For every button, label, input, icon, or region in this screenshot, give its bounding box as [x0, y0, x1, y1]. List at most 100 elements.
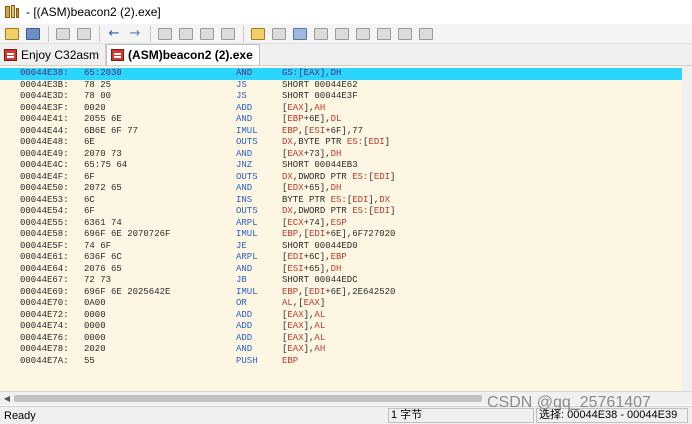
disasm-row[interactable]: 00044E7A: 55 PUSH EBP [0, 356, 692, 368]
list-icon[interactable] [269, 25, 289, 43]
row-mnemonic: JE [236, 240, 247, 251]
row-address: 00044E54: [20, 206, 69, 216]
row-bytes: 6B6E 6F 77 [84, 125, 139, 136]
tool-a-icon[interactable] [155, 25, 175, 43]
vertical-scrollbar[interactable] [682, 66, 692, 391]
disasm-row[interactable]: 00044E61: 636F 6C ARPL [EDI+6C],EBP [0, 252, 692, 264]
disasm-row[interactable]: 00044E55: 6361 74 ARPL [ECX+74],ESP [0, 218, 692, 230]
row-operands: [EAX],AL [282, 321, 326, 331]
row-operands: [EAX],AL [282, 309, 326, 320]
window-icon[interactable] [395, 25, 415, 43]
row-mnemonic: AND [236, 183, 253, 193]
layout-icon[interactable] [416, 25, 436, 43]
grid-b-icon[interactable] [332, 25, 352, 43]
row-mnemonic: OR [236, 298, 247, 308]
grid-c-icon[interactable] [353, 25, 373, 43]
tool-d-icon[interactable] [218, 25, 238, 43]
row-operands: [EAX+73],DH [282, 148, 342, 159]
back-arrow-icon[interactable]: ← [104, 25, 124, 43]
disasm-row[interactable]: 00044E69: 696F 6E 2025642E IMUL EBP,[EDI+6E… [0, 287, 692, 299]
row-mnemonic: ADD [236, 332, 253, 343]
open-icon[interactable] [2, 25, 22, 43]
row-address: 00044E61: [20, 252, 69, 262]
row-address: 00044E49: [20, 148, 69, 159]
row-bytes: 65:75 64 [84, 160, 128, 170]
row-mnemonic: ARPL [236, 252, 258, 262]
row-bytes: 696F 6E 2025642E [84, 286, 171, 297]
asm-document-icon [111, 49, 125, 61]
disasm-row[interactable]: 00044E4F: 6F OUTS DX,DWORD PTR ES:[EDI] [0, 172, 692, 184]
window-title: - [(ASM)beacon2 (2).exe] [26, 5, 161, 19]
row-mnemonic: OUTS [236, 171, 258, 182]
disasm-row[interactable]: 00044E70: 0A00 OR AL,[EAX] [0, 298, 692, 310]
asm-document-icon [4, 48, 17, 61]
disasm-row[interactable]: 00044E54: 6F OUTS DX,DWORD PTR ES:[EDI] [0, 206, 692, 218]
disasm-row[interactable]: 00044E76: 0000 ADD [EAX],AL [0, 333, 692, 345]
status-ready: Ready [4, 410, 36, 422]
disasm-row[interactable]: 00044E58: 696F 6E 2070726F IMUL EBP,[EDI+6E… [0, 229, 692, 241]
row-bytes: 0A00 [84, 298, 106, 308]
row-bytes: 6F [84, 171, 95, 182]
tool-b-icon[interactable] [176, 25, 196, 43]
disasm-row[interactable]: 00044E4C: 65:75 64 JNZ SHORT 00044EB3 [0, 160, 692, 172]
row-address: 00044E58: [20, 229, 69, 239]
row-address: 00044E48: [20, 137, 69, 147]
disasm-row[interactable]: 00044E41: 2055 6E AND [EBP+6E],DL [0, 114, 692, 126]
row-address: 00044E38: [20, 68, 69, 78]
save-icon[interactable] [23, 25, 43, 43]
disasm-row[interactable]: 00044E3B: 78 25 JS SHORT 00044E62 [0, 80, 692, 92]
forward-arrow-icon[interactable]: → [125, 25, 145, 43]
align-icon[interactable] [290, 25, 310, 43]
row-mnemonic: JS [236, 91, 247, 101]
copy-icon[interactable] [53, 25, 73, 43]
row-mnemonic: AND [236, 344, 253, 354]
disasm-row[interactable]: 00044E48: 6E OUTS DX,BYTE PTR ES:[EDI] [0, 137, 692, 149]
row-mnemonic: OUTS [236, 206, 258, 216]
settings-icon[interactable] [374, 25, 394, 43]
row-operands: EBP,[EDI+6E],2E642520 [282, 286, 396, 297]
disassembly-view[interactable]: 00044E38: 65:2030 AND GS:[EAX],DH 00044E3B: 7… [0, 66, 692, 391]
scroll-thumb[interactable] [14, 395, 482, 402]
row-mnemonic: JNZ [236, 160, 253, 170]
row-operands: AL,[EAX] [282, 298, 326, 308]
book-icon[interactable] [248, 25, 268, 43]
row-bytes: 6361 74 [84, 217, 122, 228]
tab-label: (ASM)beacon2 (2).exe [128, 48, 253, 62]
row-operands: [ECX+74],ESP [282, 217, 347, 228]
row-mnemonic: PUSH [236, 355, 258, 366]
tab-beacon2-exe[interactable]: (ASM)beacon2 (2).exe [106, 44, 260, 65]
disasm-row[interactable]: 00044E64: 2076 65 AND [ESI+65],DH [0, 264, 692, 276]
disasm-row[interactable]: 00044E72: 0000 ADD [EAX],AL [0, 310, 692, 322]
row-bytes: 6C [84, 194, 95, 205]
disasm-row[interactable]: 00044E67: 72 73 JB SHORT 00044EDC [0, 275, 692, 287]
tool-c-icon[interactable] [197, 25, 217, 43]
row-address: 00044E3D: [20, 91, 69, 101]
row-address: 00044E4C: [20, 160, 69, 170]
row-operands: SHORT 00044E3F [282, 91, 358, 101]
disasm-row[interactable]: 00044E44: 6B6E 6F 77 IMUL EBP,[ESI+6F],77 [0, 126, 692, 138]
row-mnemonic: JS [236, 79, 247, 90]
paste-icon[interactable] [74, 25, 94, 43]
row-operands: GS:[EAX],DH [282, 68, 342, 78]
disasm-row[interactable]: 00044E3F: 0020 ADD [EAX],AH [0, 103, 692, 115]
row-address: 00044E70: [20, 298, 69, 308]
row-address: 00044E3F: [20, 102, 69, 113]
disasm-row[interactable]: 00044E38: 65:2030 AND GS:[EAX],DH [0, 68, 692, 80]
scroll-left-icon[interactable]: ◀ [2, 393, 12, 404]
disasm-row[interactable]: 00044E49: 2070 73 AND [EAX+73],DH [0, 149, 692, 161]
disasm-row[interactable]: 00044E5F: 74 6F JE SHORT 00044ED0 [0, 241, 692, 253]
row-mnemonic: OUTS [236, 137, 258, 147]
disasm-row[interactable]: 00044E53: 6C INS BYTE PTR ES:[EDI],DX [0, 195, 692, 207]
row-operands: [EAX],AH [282, 102, 326, 113]
disasm-row[interactable]: 00044E74: 0000 ADD [EAX],AL [0, 321, 692, 333]
tab-enjoy-c32asm[interactable]: Enjoy C32asm [0, 44, 107, 65]
toolbar-separator [150, 25, 151, 42]
disasm-row[interactable]: 00044E3D: 78 00 JS SHORT 00044E3F [0, 91, 692, 103]
document-tabs: Enjoy C32asm (ASM)beacon2 (2).exe [0, 44, 692, 66]
disasm-row[interactable]: 00044E50: 2072 65 AND [EDX+65],DH [0, 183, 692, 195]
row-mnemonic: IMUL [236, 229, 258, 239]
disasm-row[interactable]: 00044E78: 2020 AND [EAX],AH [0, 344, 692, 356]
row-operands: SHORT 00044EDC [282, 275, 358, 285]
row-mnemonic: JB [236, 275, 247, 285]
grid-a-icon[interactable] [311, 25, 331, 43]
